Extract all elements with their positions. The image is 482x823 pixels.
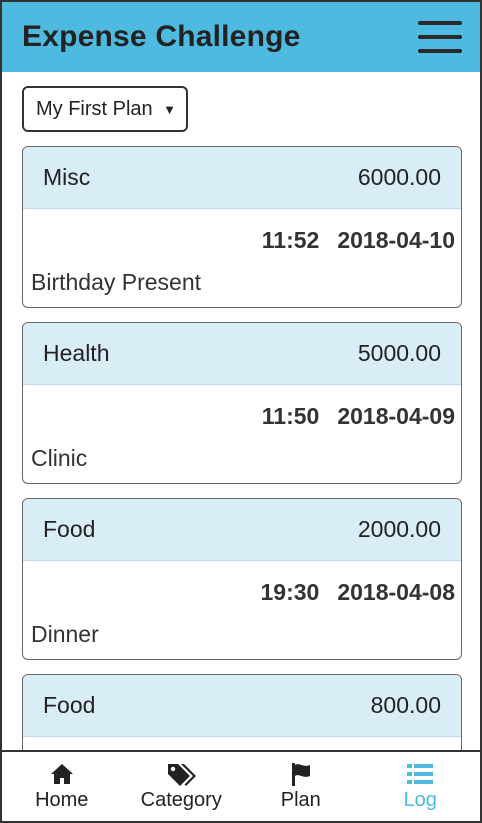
caret-down-icon: ▼	[163, 101, 176, 117]
expense-card-body: 11:52 2018-04-10 Birthday Present	[23, 209, 461, 307]
tags-icon	[166, 761, 197, 787]
expense-card-body: 19:30 2018-04-08 Dinner	[23, 561, 461, 659]
tab-home[interactable]: Home	[2, 752, 122, 821]
expense-date: 2018-04-10	[337, 227, 455, 253]
expense-card-body: 11:50 2018-04-09 Clinic	[23, 385, 461, 483]
menu-bar	[418, 21, 462, 25]
expense-category: Food	[43, 692, 96, 718]
menu-bar	[418, 49, 462, 53]
expense-date: 2018-04-08	[337, 579, 455, 605]
expense-time: 11:50	[261, 403, 320, 429]
expense-amount: 800.00	[370, 692, 441, 718]
expense-card[interactable]: Food 800.00	[22, 674, 462, 750]
tab-label: Home	[35, 789, 89, 811]
tab-category[interactable]: Category	[122, 752, 242, 821]
bottom-tab-bar: Home Category Plan Log	[2, 750, 480, 821]
expense-date: 2018-04-09	[337, 403, 455, 429]
expense-category: Food	[43, 516, 96, 542]
expense-card-body	[23, 737, 461, 750]
expense-card-header: Food 800.00	[23, 675, 461, 737]
tab-log[interactable]: Log	[361, 752, 481, 821]
expense-note: Birthday Present	[31, 269, 202, 295]
tab-label: Log	[403, 789, 437, 811]
expense-time: 19:30	[260, 579, 320, 605]
plan-select[interactable]: My First Plan ▼	[22, 86, 188, 132]
expense-amount: 2000.00	[357, 516, 441, 542]
expense-category: Misc	[43, 164, 91, 190]
expense-card[interactable]: Food 2000.00 19:30 2018-04-08 Dinner	[22, 498, 462, 660]
tab-plan[interactable]: Plan	[241, 752, 361, 821]
expense-note: Clinic	[31, 445, 88, 471]
tab-label: Category	[140, 789, 222, 811]
list-icon	[407, 761, 434, 787]
expense-note: Dinner	[31, 621, 99, 647]
expense-list: Misc 6000.00 11:52 2018-04-10 Birthday Pr…	[22, 146, 462, 750]
app-title: Expense Challenge	[22, 20, 301, 53]
expense-time: 11:52	[261, 227, 320, 253]
flag-icon	[290, 761, 312, 787]
expense-datetime: 11:50 2018-04-09	[262, 403, 455, 430]
expense-datetime: 19:30 2018-04-08	[261, 579, 455, 606]
plan-select-value: My First Plan	[36, 97, 153, 120]
expense-card-header: Health 5000.00	[23, 323, 461, 385]
tab-label: Plan	[280, 789, 321, 811]
menu-bar	[418, 35, 462, 39]
expense-card-header: Misc 6000.00	[23, 147, 461, 209]
expense-card[interactable]: Health 5000.00 11:50 2018-04-09 Clinic	[22, 322, 462, 484]
expense-category: Health	[43, 340, 110, 366]
expense-amount: 5000.00	[357, 340, 441, 366]
home-icon	[50, 761, 74, 787]
expense-card[interactable]: Misc 6000.00 11:52 2018-04-10 Birthday Pr…	[22, 146, 462, 308]
expense-card-header: Food 2000.00	[23, 499, 461, 561]
app-header: Expense Challenge	[2, 2, 480, 72]
expense-datetime: 11:52 2018-04-10	[262, 227, 455, 254]
expense-amount: 6000.00	[357, 164, 441, 190]
hamburger-menu-icon[interactable]	[418, 21, 462, 53]
